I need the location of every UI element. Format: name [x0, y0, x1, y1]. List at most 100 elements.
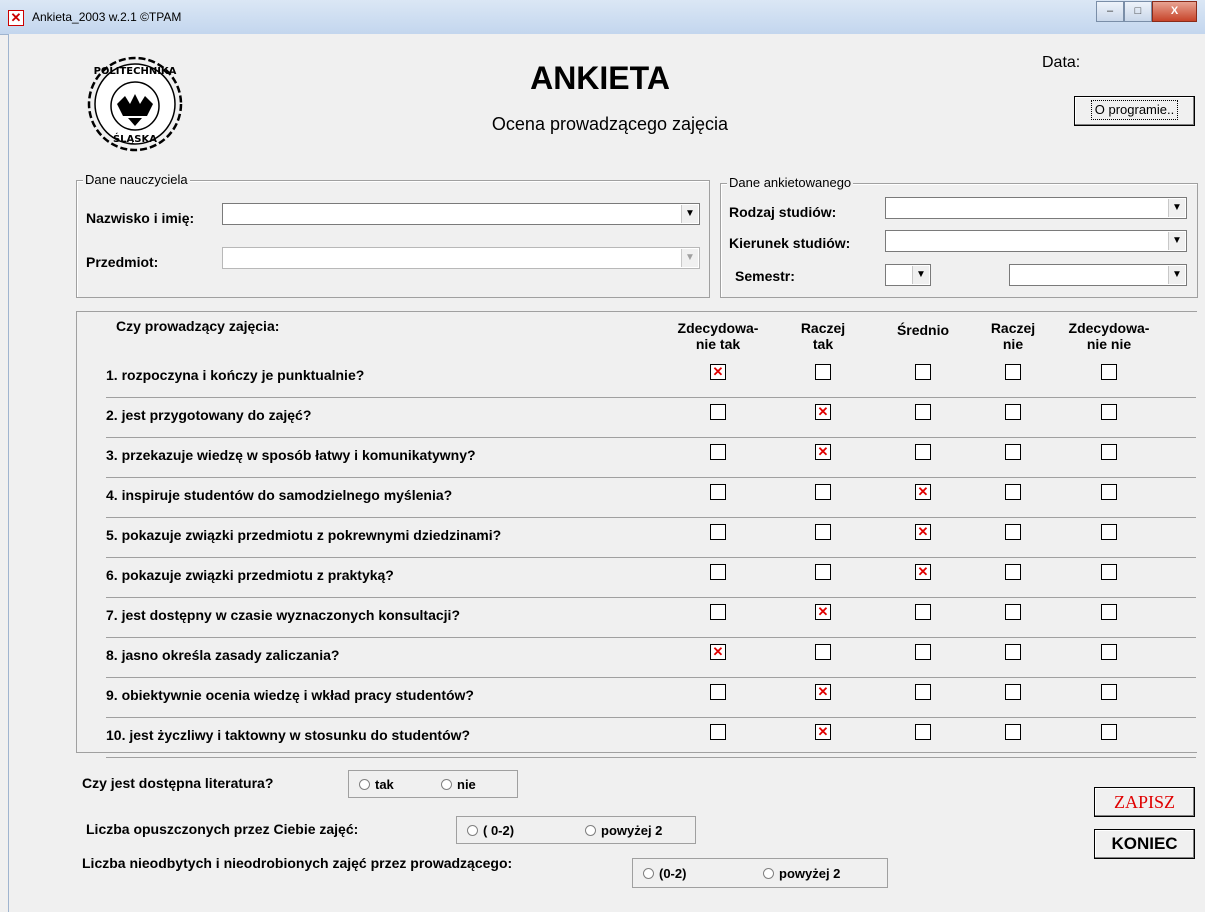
- answer-checkbox-strongly-yes[interactable]: [710, 524, 726, 540]
- answer-checkbox-rather-no[interactable]: [1005, 564, 1021, 580]
- about-button[interactable]: O programie..: [1074, 96, 1195, 126]
- answer-checkbox-average[interactable]: [915, 524, 931, 540]
- cancelled-option-0-2[interactable]: (0-2): [643, 866, 686, 881]
- answer-checkbox-strongly-yes[interactable]: [710, 724, 726, 740]
- teacher-group: Dane nauczyciela: [76, 172, 710, 298]
- literature-option-no[interactable]: nie: [441, 777, 476, 792]
- answer-checkbox-strongly-yes[interactable]: [710, 484, 726, 500]
- answer-checkbox-average[interactable]: [915, 564, 931, 580]
- question-row: 1. rozpoczyna i kończy je punktualnie?: [106, 357, 1196, 398]
- cancelled-classes-label: Liczba nieodbytych i nieodrobionych zaję…: [82, 855, 513, 871]
- field-of-study-combo[interactable]: ▼: [885, 230, 1187, 252]
- subject-label: Przedmiot:: [86, 254, 159, 270]
- answer-checkbox-average[interactable]: [915, 404, 931, 420]
- answer-checkbox-rather-no[interactable]: [1005, 524, 1021, 540]
- answer-checkbox-rather-yes[interactable]: [815, 644, 831, 660]
- teacher-name-combo[interactable]: ▼: [222, 203, 700, 225]
- svg-text:POLITECHNIKA: POLITECHNIKA: [94, 66, 177, 77]
- chevron-down-icon[interactable]: ▼: [912, 266, 929, 284]
- literature-label: Czy jest dostępna literatura?: [82, 775, 274, 791]
- answer-checkbox-average[interactable]: [915, 684, 931, 700]
- question-row: 5. pokazuje związki przedmiotu z pokrewn…: [106, 517, 1196, 558]
- answer-checkbox-rather-yes[interactable]: [815, 724, 831, 740]
- answer-checkbox-rather-yes[interactable]: [815, 604, 831, 620]
- semester-extra-combo[interactable]: ▼: [1009, 264, 1187, 286]
- radio-icon: [441, 779, 452, 790]
- question-row: 6. pokazuje związki przedmiotu z praktyk…: [106, 557, 1196, 598]
- teacher-name-label: Nazwisko i imię:: [86, 210, 195, 226]
- answer-checkbox-rather-no[interactable]: [1005, 684, 1021, 700]
- answer-checkbox-average[interactable]: [915, 484, 931, 500]
- question-text: 10. jest życzliwy i taktowny w stosunku …: [106, 727, 471, 743]
- radio-icon: [359, 779, 370, 790]
- study-type-combo[interactable]: ▼: [885, 197, 1187, 219]
- question-row: 2. jest przygotowany do zajęć?: [106, 397, 1196, 438]
- column-header-rather-no: Raczej nie: [990, 320, 1036, 352]
- answer-checkbox-rather-no[interactable]: [1005, 644, 1021, 660]
- answer-checkbox-strongly-yes[interactable]: [710, 404, 726, 420]
- close-button[interactable]: X: [1152, 1, 1197, 22]
- page-title: ANKIETA: [530, 60, 670, 96]
- answer-checkbox-rather-yes[interactable]: [815, 524, 831, 540]
- chevron-down-icon[interactable]: ▼: [681, 205, 698, 223]
- title-bar: ✕ Ankieta_2003 w.2.1 ©TPAM – □ X: [0, 0, 1205, 35]
- study-type-label: Rodzaj studiów:: [729, 204, 837, 220]
- answer-checkbox-strongly-yes[interactable]: [710, 444, 726, 460]
- answer-checkbox-strongly-yes[interactable]: [710, 564, 726, 580]
- answer-checkbox-average[interactable]: [915, 724, 931, 740]
- subject-combo[interactable]: ▼: [222, 247, 700, 269]
- answer-checkbox-rather-yes[interactable]: [815, 444, 831, 460]
- maximize-button[interactable]: □: [1124, 1, 1152, 22]
- absences-option-0-2[interactable]: ( 0-2): [467, 823, 514, 838]
- answer-checkbox-rather-no[interactable]: [1005, 604, 1021, 620]
- answer-checkbox-strongly-no[interactable]: [1101, 364, 1117, 380]
- question-row: 9. obiektywnie ocenia wiedzę i wkład pra…: [106, 677, 1196, 718]
- answer-checkbox-rather-no[interactable]: [1005, 364, 1021, 380]
- answer-checkbox-rather-yes[interactable]: [815, 564, 831, 580]
- answer-checkbox-strongly-yes[interactable]: [710, 364, 726, 380]
- app-icon[interactable]: ✕: [8, 10, 24, 26]
- answer-checkbox-rather-no[interactable]: [1005, 484, 1021, 500]
- cancelled-option-more[interactable]: powyżej 2: [763, 866, 840, 881]
- answer-checkbox-rather-yes[interactable]: [815, 404, 831, 420]
- answer-checkbox-strongly-no[interactable]: [1101, 724, 1117, 740]
- answer-checkbox-strongly-no[interactable]: [1101, 604, 1117, 620]
- absences-option-more[interactable]: powyżej 2: [585, 823, 662, 838]
- chevron-down-icon[interactable]: ▼: [1168, 266, 1185, 284]
- answer-checkbox-strongly-no[interactable]: [1101, 524, 1117, 540]
- exit-button[interactable]: KONIEC: [1094, 829, 1195, 859]
- answer-checkbox-strongly-no[interactable]: [1101, 484, 1117, 500]
- question-row: 8. jasno określa zasady zaliczania?: [106, 637, 1196, 678]
- answer-checkbox-average[interactable]: [915, 364, 931, 380]
- answer-checkbox-strongly-no[interactable]: [1101, 444, 1117, 460]
- svg-text:ŚLĄSKA: ŚLĄSKA: [113, 132, 157, 145]
- answer-checkbox-strongly-yes[interactable]: [710, 644, 726, 660]
- answer-checkbox-strongly-no[interactable]: [1101, 684, 1117, 700]
- answer-checkbox-strongly-yes[interactable]: [710, 684, 726, 700]
- answer-checkbox-strongly-yes[interactable]: [710, 604, 726, 620]
- semester-combo[interactable]: ▼: [885, 264, 931, 286]
- answer-checkbox-rather-yes[interactable]: [815, 684, 831, 700]
- answer-checkbox-rather-no[interactable]: [1005, 724, 1021, 740]
- answer-checkbox-strongly-no[interactable]: [1101, 564, 1117, 580]
- column-header-rather-yes: Raczej tak: [800, 320, 846, 352]
- radio-icon: [763, 868, 774, 879]
- answer-checkbox-rather-yes[interactable]: [815, 364, 831, 380]
- answer-checkbox-strongly-no[interactable]: [1101, 644, 1117, 660]
- save-button[interactable]: ZAPISZ: [1094, 787, 1195, 817]
- chevron-down-icon[interactable]: ▼: [1168, 232, 1185, 250]
- answer-checkbox-rather-yes[interactable]: [815, 484, 831, 500]
- answer-checkbox-average[interactable]: [915, 604, 931, 620]
- answer-checkbox-rather-no[interactable]: [1005, 444, 1021, 460]
- answer-checkbox-rather-no[interactable]: [1005, 404, 1021, 420]
- answer-checkbox-average[interactable]: [915, 644, 931, 660]
- question-row: 10. jest życzliwy i taktowny w stosunku …: [106, 717, 1196, 758]
- literature-option-yes[interactable]: tak: [359, 777, 394, 792]
- question-text: 2. jest przygotowany do zajęć?: [106, 407, 312, 423]
- chevron-down-icon[interactable]: ▼: [1168, 199, 1185, 217]
- absences-label: Liczba opuszczonych przez Ciebie zajęć:: [86, 821, 359, 837]
- minimize-button[interactable]: –: [1096, 1, 1124, 22]
- chevron-down-icon[interactable]: ▼: [681, 249, 698, 267]
- answer-checkbox-strongly-no[interactable]: [1101, 404, 1117, 420]
- answer-checkbox-average[interactable]: [915, 444, 931, 460]
